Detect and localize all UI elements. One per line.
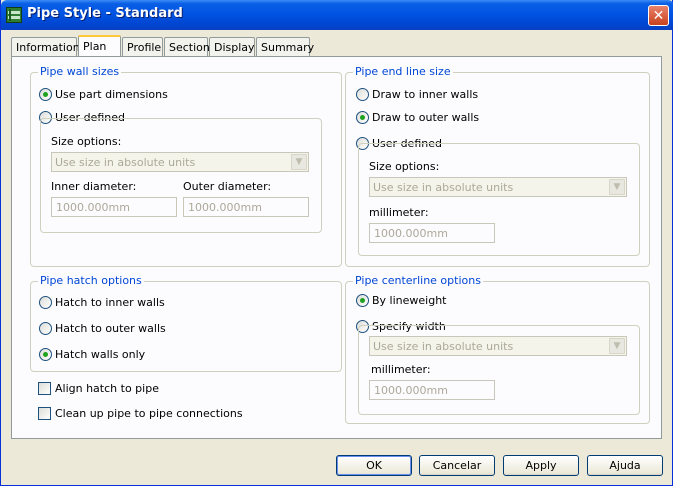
pipe-wall-sizes-group: Pipe wall sizes Use part dimensions User…	[30, 65, 342, 267]
close-icon: ✕	[652, 7, 665, 24]
inner-diameter-input[interactable]: 1000.000mm	[51, 197, 177, 217]
use-part-dimensions-radio[interactable]: Use part dimensions	[39, 88, 168, 101]
radio-label: Draw to outer walls	[372, 111, 480, 124]
checkbox-indicator	[38, 382, 51, 395]
radio-indicator	[356, 88, 369, 101]
hatch-walls-only-radio[interactable]: Hatch walls only	[39, 348, 145, 361]
apply-button[interactable]: Apply	[503, 455, 579, 476]
tab-label: Summary	[261, 41, 315, 54]
radio-indicator	[356, 294, 369, 307]
radio-label: By lineweight	[372, 294, 447, 307]
checkbox-label: Clean up pipe to pipe connections	[55, 407, 243, 420]
outer-diameter-label: Outer diameter:	[183, 180, 272, 193]
window-title: Pipe Style - Standard	[27, 6, 183, 21]
pipe-hatch-options-group: Pipe hatch options Hatch to inner walls …	[30, 274, 342, 372]
radio-indicator	[39, 322, 52, 335]
tab-plan[interactable]: Plan	[78, 35, 121, 56]
chevron-down-icon: ▼	[609, 338, 625, 354]
tab-label: Information	[16, 41, 80, 54]
specify-width-subgroup: Use size in absolute units ▼ millimeter:…	[358, 325, 640, 415]
pipe-end-line-size-group: Pipe end line size Draw to inner walls D…	[345, 65, 650, 267]
ok-button[interactable]: OK	[336, 455, 412, 476]
tab-section[interactable]: Section	[164, 37, 210, 56]
checkbox-indicator	[38, 407, 51, 420]
tab-profile[interactable]: Profile	[122, 37, 163, 56]
cancel-button[interactable]: Cancelar	[419, 455, 495, 476]
radio-label: Hatch to outer walls	[55, 322, 166, 335]
radio-indicator	[39, 348, 52, 361]
group-legend: Pipe hatch options	[38, 274, 144, 287]
size-options-label: Size options:	[369, 160, 440, 173]
tab-label: Plan	[83, 40, 107, 53]
size-options-select[interactable]: Use size in absolute units ▼	[51, 152, 309, 172]
centerline-millimeter-input[interactable]: 1000.000mm	[369, 380, 495, 400]
radio-indicator	[39, 88, 52, 101]
tab-label: Display	[214, 41, 255, 54]
checkbox-label: Align hatch to pipe	[55, 382, 159, 395]
tab-display[interactable]: Display	[209, 37, 255, 56]
pipe-style-icon	[6, 7, 22, 23]
tab-summary[interactable]: Summary	[256, 37, 314, 56]
chevron-down-icon: ▼	[291, 154, 307, 170]
radio-label: Draw to inner walls	[372, 88, 479, 101]
group-legend: Pipe wall sizes	[38, 65, 122, 78]
by-lineweight-radio[interactable]: By lineweight	[356, 294, 447, 307]
draw-to-outer-walls-radio[interactable]: Draw to outer walls	[356, 111, 479, 124]
group-legend: Pipe end line size	[353, 65, 453, 78]
size-options-label: Size options:	[51, 135, 122, 148]
outer-diameter-input[interactable]: 1000.000mm	[183, 197, 309, 217]
clean-up-connections-checkbox[interactable]: Clean up pipe to pipe connections	[38, 407, 243, 420]
select-value: Use size in absolute units	[55, 156, 196, 169]
radio-label: Use part dimensions	[55, 88, 168, 101]
end-line-size-options-select[interactable]: Use size in absolute units ▼	[369, 177, 627, 197]
centerline-size-options-select[interactable]: Use size in absolute units ▼	[369, 336, 627, 356]
select-value: Use size in absolute units	[373, 181, 514, 194]
pipe-style-dialog: Pipe Style - Standard ✕ Information Plan…	[0, 0, 673, 486]
tab-label: Section	[169, 41, 210, 54]
plan-tab-panel: Pipe wall sizes Use part dimensions User…	[11, 56, 662, 439]
millimeter-label: millimeter:	[371, 363, 431, 376]
user-defined-subgroup: Size options: Use size in absolute units…	[40, 118, 322, 233]
radio-label: Hatch walls only	[55, 348, 146, 361]
tab-label: Profile	[127, 41, 162, 54]
radio-label: Hatch to inner walls	[55, 296, 165, 309]
pipe-centerline-options-group: Pipe centerline options By lineweight Sp…	[345, 274, 650, 424]
end-line-user-defined-subgroup: Size options: Use size in absolute units…	[358, 143, 640, 256]
radio-indicator	[39, 296, 52, 309]
group-legend: Pipe centerline options	[353, 274, 483, 287]
select-value: Use size in absolute units	[373, 340, 514, 353]
millimeter-label: millimeter:	[369, 206, 429, 219]
align-hatch-to-pipe-checkbox[interactable]: Align hatch to pipe	[38, 382, 159, 395]
radio-indicator	[356, 111, 369, 124]
hatch-to-inner-walls-radio[interactable]: Hatch to inner walls	[39, 296, 165, 309]
help-button[interactable]: Ajuda	[587, 455, 663, 476]
draw-to-inner-walls-radio[interactable]: Draw to inner walls	[356, 88, 478, 101]
inner-diameter-label: Inner diameter:	[51, 180, 137, 193]
hatch-to-outer-walls-radio[interactable]: Hatch to outer walls	[39, 322, 166, 335]
close-button[interactable]: ✕	[648, 5, 669, 26]
chevron-down-icon: ▼	[609, 179, 625, 195]
tab-information[interactable]: Information	[11, 37, 80, 56]
end-line-millimeter-input[interactable]: 1000.000mm	[369, 223, 495, 243]
title-bar[interactable]: Pipe Style - Standard ✕	[1, 0, 673, 30]
